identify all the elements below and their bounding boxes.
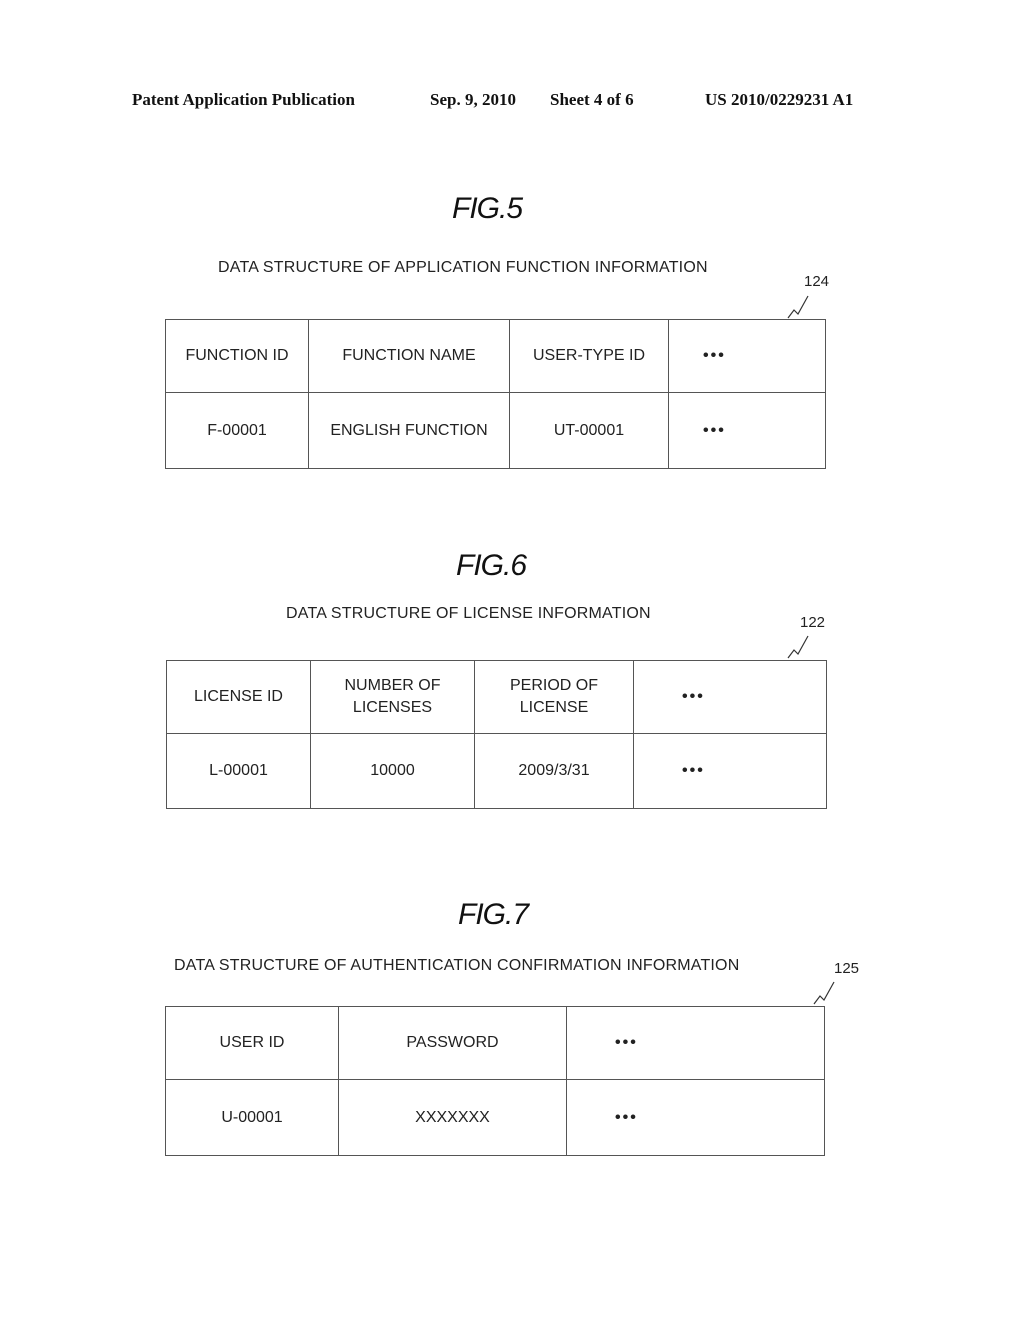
figure-6-label: FIG.6 (456, 549, 527, 582)
data-cell: 2009/3/31 (474, 733, 634, 809)
data-cell: 10000 (310, 733, 475, 809)
data-cell: XXXXXXX (338, 1079, 567, 1156)
authentication-confirmation-table: USER ID PASSWORD ••• U-00001 XXXXXXX ••• (165, 1006, 825, 1156)
header-cell: FUNCTION NAME (308, 319, 510, 393)
data-cell: U-00001 (165, 1079, 339, 1156)
figure-5-reference-numeral: 124 (804, 273, 830, 290)
sheet-number: Sheet 4 of 6 (550, 90, 634, 109)
figure-5-label: FIG.5 (452, 192, 523, 225)
license-table: LICENSE ID NUMBER OF LICENSES PERIOD OF … (166, 660, 827, 809)
figure-6-reference-numeral: 122 (800, 614, 826, 631)
table-row: F-00001 ENGLISH FUNCTION UT-00001 ••• (165, 392, 826, 469)
data-cell: UT-00001 (509, 392, 669, 469)
figure-7-reference-numeral: 125 (834, 960, 860, 977)
data-cell: ••• (633, 733, 827, 809)
figure-7-caption: DATA STRUCTURE OF AUTHENTICATION CONFIRM… (174, 957, 740, 974)
publication-date: Sep. 9, 2010 (430, 90, 516, 109)
application-function-table: FUNCTION ID FUNCTION NAME USER-TYPE ID •… (165, 319, 826, 469)
header-cell: PASSWORD (338, 1006, 567, 1080)
data-cell: ENGLISH FUNCTION (308, 392, 510, 469)
header-cell: ••• (566, 1006, 825, 1080)
data-cell: F-00001 (165, 392, 309, 469)
data-cell: L-00001 (166, 733, 311, 809)
figure-6-leader-line (787, 635, 809, 659)
table-row: U-00001 XXXXXXX ••• (165, 1079, 825, 1156)
header-cell: LICENSE ID (166, 660, 311, 734)
data-cell: ••• (566, 1079, 825, 1156)
figure-7-label: FIG.7 (458, 898, 529, 931)
table-row: L-00001 10000 2009/3/31 ••• (166, 733, 827, 809)
figure-6-caption: DATA STRUCTURE OF LICENSE INFORMATION (286, 605, 651, 622)
figure-5-leader-line (787, 295, 809, 319)
data-cell: ••• (668, 392, 826, 469)
header-cell: NUMBER OF LICENSES (310, 660, 475, 734)
publication-label: Patent Application Publication (132, 90, 355, 109)
figure-7-leader-line (813, 981, 835, 1005)
figure-5-caption: DATA STRUCTURE OF APPLICATION FUNCTION I… (218, 259, 708, 276)
header-cell: USER ID (165, 1006, 339, 1080)
patent-number: US 2010/0229231 A1 (705, 90, 854, 109)
header-cell: FUNCTION ID (165, 319, 309, 393)
table-header-row: USER ID PASSWORD ••• (165, 1006, 825, 1080)
table-header-row: LICENSE ID NUMBER OF LICENSES PERIOD OF … (166, 660, 827, 734)
header-cell: ••• (668, 319, 826, 393)
header-cell: ••• (633, 660, 827, 734)
header-cell: PERIOD OF LICENSE (474, 660, 634, 734)
header-cell: USER-TYPE ID (509, 319, 669, 393)
table-header-row: FUNCTION ID FUNCTION NAME USER-TYPE ID •… (165, 319, 826, 393)
